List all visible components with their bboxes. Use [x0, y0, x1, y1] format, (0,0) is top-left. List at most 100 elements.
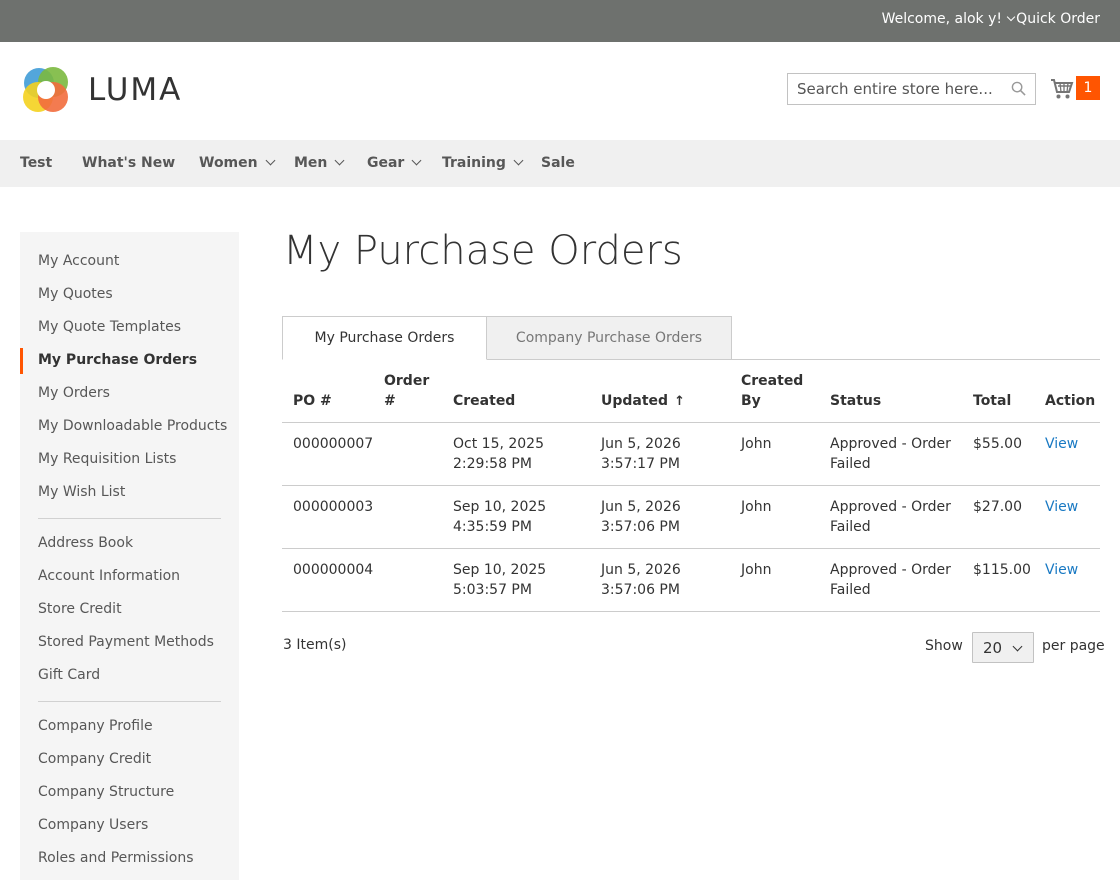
- cell-date: Oct 15, 2025: [453, 436, 544, 452]
- cell-updated: Jun 5, 2026 3:57:06 PM: [601, 497, 681, 537]
- sidebar-item-my-purchase-orders[interactable]: My Purchase Orders: [38, 352, 197, 368]
- logo-text: LUMA: [88, 72, 183, 108]
- cell-po-number: 000000003: [293, 499, 374, 515]
- cell-status-text: Failed: [830, 519, 871, 535]
- column-header-label: Updated: [601, 393, 669, 409]
- tab-company-purchase-orders[interactable]: Company Purchase Orders: [486, 316, 732, 360]
- search-box: [787, 73, 1036, 105]
- cell-total: $115.00: [973, 562, 1031, 578]
- chevron-down-icon: [411, 155, 422, 166]
- nav-item-women[interactable]: Women: [199, 155, 276, 171]
- column-header-label: #: [384, 393, 396, 409]
- quick-order-link[interactable]: Quick Order: [1016, 11, 1100, 27]
- luma-logo-icon: [23, 67, 68, 112]
- sidebar-item-my-wish-list[interactable]: My Wish List: [38, 484, 125, 500]
- items-count: 3 Item(s): [283, 637, 347, 653]
- welcome-text: Welcome, alok y!: [881, 11, 1002, 27]
- cell-status-text: Approved - Order: [830, 436, 951, 452]
- column-header-total[interactable]: Total: [973, 391, 1011, 411]
- sidebar-item-stored-payment-methods[interactable]: Stored Payment Methods: [38, 634, 214, 650]
- page-size-value: 20: [983, 639, 1003, 657]
- column-header-updated[interactable]: Updated ↑: [601, 391, 685, 412]
- shopping-cart-icon: [1051, 79, 1074, 99]
- sidebar-item-my-downloadable-products[interactable]: My Downloadable Products: [38, 418, 227, 434]
- cell-date: Jun 5, 2026: [601, 562, 681, 578]
- sidebar-item-my-quote-templates[interactable]: My Quote Templates: [38, 319, 181, 335]
- nav-item-whats-new[interactable]: What's New: [82, 155, 175, 171]
- chevron-down-icon: [1012, 641, 1023, 652]
- sidebar-item-store-credit[interactable]: Store Credit: [38, 601, 122, 617]
- cell-status: Approved - Order Failed: [830, 497, 951, 537]
- cell-date: Jun 5, 2026: [601, 499, 681, 515]
- customer-welcome-menu[interactable]: Welcome, alok y!: [881, 11, 1016, 27]
- cell-total: $27.00: [973, 499, 1022, 515]
- view-link[interactable]: View: [1045, 434, 1078, 454]
- chevron-down-icon: [334, 155, 345, 166]
- search-input[interactable]: [788, 74, 998, 104]
- sidebar-item-account-information[interactable]: Account Information: [38, 568, 180, 584]
- per-page-label: per page: [1042, 638, 1105, 654]
- chevron-down-icon: [513, 155, 524, 166]
- sidebar-item-gift-card[interactable]: Gift Card: [38, 667, 100, 683]
- nav-item-training[interactable]: Training: [442, 155, 524, 171]
- account-sidebar: My Account My Quotes My Quote Templates …: [20, 232, 239, 880]
- column-header-created-by[interactable]: Created By: [741, 371, 803, 411]
- cell-created-by: John: [741, 436, 772, 452]
- cell-status: Approved - Order Failed: [830, 434, 951, 474]
- store-logo[interactable]: LUMA: [20, 64, 182, 116]
- sidebar-item-roles-and-permissions[interactable]: Roles and Permissions: [38, 850, 194, 866]
- top-bar: Welcome, alok y! Quick Order: [0, 0, 1120, 42]
- row-divider: [282, 548, 1100, 549]
- column-header-label: Created: [741, 373, 804, 389]
- cell-status-text: Failed: [830, 582, 871, 598]
- cell-updated: Jun 5, 2026 3:57:06 PM: [601, 560, 681, 600]
- column-header-created[interactable]: Created: [453, 391, 515, 411]
- column-header-status[interactable]: Status: [830, 391, 881, 411]
- row-divider: [282, 611, 1100, 612]
- sidebar-item-company-credit[interactable]: Company Credit: [38, 751, 151, 767]
- view-link[interactable]: View: [1045, 497, 1078, 517]
- sidebar-item-address-book[interactable]: Address Book: [38, 535, 133, 551]
- nav-item-men[interactable]: Men: [294, 155, 345, 171]
- nav-item-sale[interactable]: Sale: [541, 155, 575, 171]
- column-header-action: Action: [1045, 393, 1096, 409]
- sidebar-item-company-users[interactable]: Company Users: [38, 817, 148, 833]
- sidebar-item-company-structure[interactable]: Company Structure: [38, 784, 174, 800]
- page-size-select[interactable]: 20: [972, 632, 1034, 663]
- nav-item-gear[interactable]: Gear: [367, 155, 422, 171]
- cell-created: Sep 10, 2025 5:03:57 PM: [453, 560, 546, 600]
- sidebar-item-company-profile[interactable]: Company Profile: [38, 718, 153, 734]
- cart-count-badge: 1: [1076, 76, 1100, 100]
- cell-total: $55.00: [973, 436, 1022, 452]
- cell-date: Sep 10, 2025: [453, 562, 547, 578]
- nav-item-label: Women: [199, 155, 258, 171]
- cell-created-by: John: [741, 499, 772, 515]
- sidebar-item-my-account[interactable]: My Account: [38, 253, 119, 269]
- table-header-divider: [282, 422, 1100, 423]
- sidebar-divider: [38, 518, 221, 519]
- cell-status-text: Approved - Order: [830, 499, 951, 515]
- column-header-order[interactable]: Order #: [384, 371, 429, 411]
- cell-time: 3:57:17 PM: [601, 456, 680, 472]
- active-item-indicator: [20, 348, 23, 374]
- tab-my-purchase-orders[interactable]: My Purchase Orders: [282, 316, 487, 360]
- chevron-down-icon: [1006, 12, 1016, 22]
- minicart-button[interactable]: 1: [1050, 76, 1100, 102]
- cell-po-number: 000000007: [293, 436, 374, 452]
- sidebar-item-my-quotes[interactable]: My Quotes: [38, 286, 113, 302]
- view-link[interactable]: View: [1045, 560, 1078, 580]
- sidebar-item-my-requisition-lists[interactable]: My Requisition Lists: [38, 451, 176, 467]
- nav-item-label: Gear: [367, 155, 405, 171]
- row-divider: [282, 485, 1100, 486]
- cell-time: 3:57:06 PM: [601, 519, 680, 535]
- cell-created-by: John: [741, 562, 772, 578]
- cell-time: 3:57:06 PM: [601, 582, 680, 598]
- sidebar-item-my-orders[interactable]: My Orders: [38, 385, 110, 401]
- nav-item-test[interactable]: Test: [20, 155, 52, 171]
- nav-item-label: Test: [20, 155, 53, 171]
- cell-time: 5:03:57 PM: [453, 582, 532, 598]
- column-header-po[interactable]: PO #: [293, 391, 332, 411]
- nav-item-label: Sale: [541, 155, 575, 171]
- search-icon[interactable]: [1011, 81, 1026, 96]
- cell-po-number: 000000004: [293, 562, 374, 578]
